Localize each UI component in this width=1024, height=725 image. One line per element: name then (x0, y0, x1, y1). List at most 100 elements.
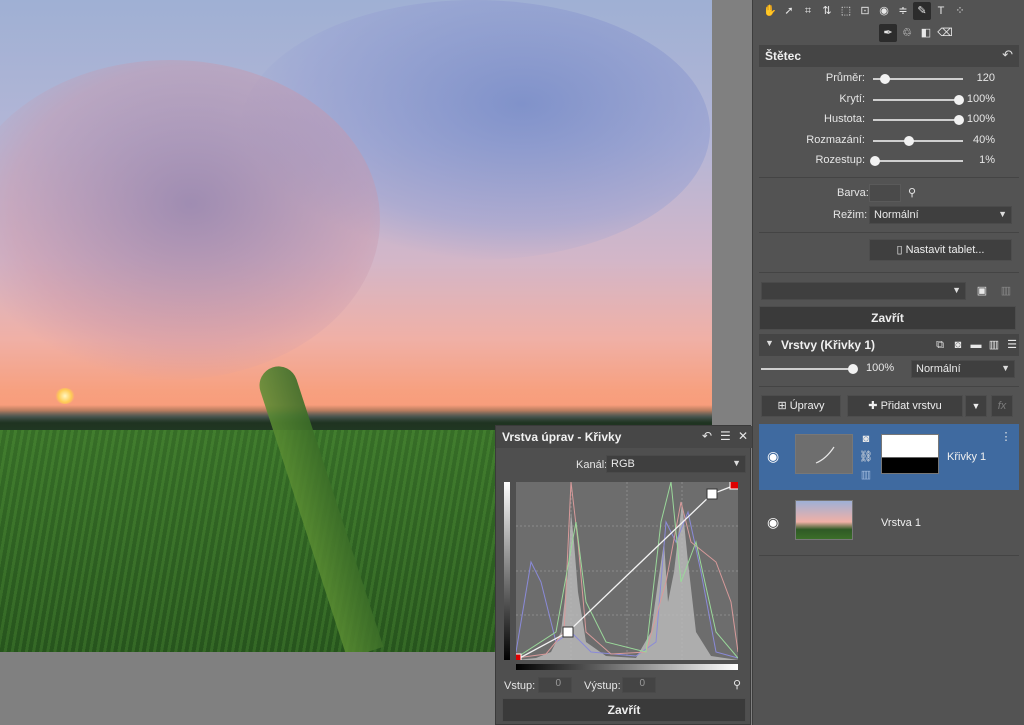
eye-icon[interactable]: ◉ (875, 2, 893, 20)
gradient-icon[interactable]: ◧ (917, 24, 935, 42)
clone-icon[interactable]: ♲ (898, 24, 916, 42)
curve-point[interactable] (562, 626, 574, 638)
mask-icon[interactable]: ◙ (949, 336, 967, 354)
layer-opacity-value: 100% (866, 362, 895, 374)
folder-icon[interactable]: ▬ (967, 336, 985, 354)
input-field[interactable]: 0 (538, 677, 572, 693)
slider-label: Hustota: (824, 113, 865, 125)
menu-icon[interactable]: ☰ (1003, 336, 1021, 354)
curves-dialog[interactable]: Vrstva úprav - Křivky ↶ ☰ ✕ Kanál: RGB ▼ (495, 425, 752, 725)
brush-tool-icon[interactable]: ✎ (913, 2, 931, 20)
curves-graph[interactable] (516, 482, 738, 660)
brush-close-button[interactable]: Zavřít (759, 306, 1016, 330)
slider-thumb[interactable] (880, 74, 890, 84)
trash-mask-icon[interactable]: ▥ (857, 466, 875, 484)
fx-button[interactable]: fx (991, 395, 1013, 417)
input-gradient-bar (516, 664, 738, 670)
divider (759, 386, 1019, 387)
curves-titlebar[interactable]: Vrstva úprav - Křivky ↶ ☰ ✕ (496, 426, 752, 448)
link-icon[interactable]: ⛓ (857, 448, 875, 466)
text-icon[interactable]: T (932, 2, 950, 20)
layer-name: Vrstva 1 (881, 517, 921, 529)
divider (759, 177, 1019, 178)
undo-icon[interactable]: ↶ (702, 429, 712, 443)
undo-icon[interactable]: ↶ (1002, 47, 1013, 63)
slider-track[interactable] (873, 160, 963, 162)
slider-track[interactable] (873, 119, 963, 121)
curve-point-white[interactable] (729, 482, 738, 490)
slider-thumb[interactable] (904, 136, 914, 146)
output-field[interactable]: 0 (622, 677, 656, 693)
channel-dropdown[interactable]: RGB ▼ (606, 455, 746, 473)
brush-panel-header[interactable]: Štětec ↶ (759, 45, 1019, 67)
align-icon[interactable]: ⇅ (818, 2, 836, 20)
slider-track[interactable] (761, 368, 853, 370)
eye-icon[interactable]: ◉ (767, 448, 779, 465)
straighten-icon[interactable]: ≑ (894, 2, 912, 20)
close-icon[interactable]: ✕ (738, 429, 748, 443)
more-icon[interactable]: ⁘ (951, 2, 969, 20)
curve-point-black[interactable] (516, 653, 522, 660)
slider-track[interactable] (873, 140, 963, 142)
chevron-down-icon: ▼ (952, 285, 961, 295)
chevron-down-icon: ▼ (732, 458, 741, 468)
curve-point[interactable] (706, 488, 718, 500)
pointer-icon[interactable]: ➚ (780, 2, 798, 20)
slider-value: 1% (979, 154, 995, 166)
slider-thumb[interactable] (870, 156, 880, 166)
eye-icon[interactable]: ◉ (767, 514, 779, 531)
mode-dropdown[interactable]: Normální ▼ (869, 206, 1012, 224)
preset-dropdown[interactable]: ▼ (761, 282, 966, 300)
delete-layer-icon[interactable]: ▥ (985, 336, 1003, 354)
layer-name: Křivky 1 (947, 451, 987, 463)
text-box-icon[interactable]: ⊡ (856, 2, 874, 20)
right-panel: ✋ ➚ ⌗ ⇅ ⬚ ⊡ ◉ ≑ ✎ T ⁘ ✒ ♲ ◧ ⌫ Štětec ↶ P… (752, 0, 1024, 725)
mode-label: Režim: (833, 209, 868, 221)
tablet-settings-button[interactable]: ▯ Nastavit tablet... (869, 239, 1012, 261)
more-options-icon[interactable]: ⋮ (997, 428, 1015, 446)
slider-thumb[interactable] (848, 364, 858, 374)
mask-link-icon: ◙ (862, 433, 870, 445)
eyedropper-icon[interactable]: ⚲ (903, 184, 921, 202)
add-layer-label: Přidat vrstvu (880, 400, 942, 412)
main-toolbar: ✋ ➚ ⌗ ⇅ ⬚ ⊡ ◉ ≑ ✎ T ⁘ (753, 2, 1024, 24)
collapse-icon[interactable]: ▼ (765, 338, 774, 348)
divider (759, 272, 1019, 273)
add-layer-dropdown[interactable]: ▼ (965, 395, 987, 417)
slider-thumb[interactable] (954, 95, 964, 105)
color-swatch[interactable] (869, 184, 901, 202)
channel-value: RGB (611, 458, 635, 470)
hand-icon[interactable]: ✋ (761, 2, 779, 20)
slider-diameter: Průměr: 120 (753, 69, 1024, 89)
divider (759, 232, 1019, 233)
slider-label: Rozestup: (815, 154, 865, 166)
add-layer-button[interactable]: ✚ Přidat vrstvu (847, 395, 963, 417)
crop-icon[interactable]: ⌗ (799, 2, 817, 20)
adjustments-button[interactable]: ⊞ Úpravy (761, 395, 841, 417)
layer-row[interactable]: ◉ Vrstva 1 (759, 490, 1019, 556)
curves-title: Vrstva úprav - Křivky (502, 430, 622, 444)
slider-thumb[interactable] (954, 115, 964, 125)
brush-icon[interactable]: ✒ (879, 24, 897, 42)
menu-icon[interactable]: ☰ (720, 429, 731, 443)
perspective-icon[interactable]: ⬚ (837, 2, 855, 20)
brush-panel-title: Štětec (765, 49, 802, 63)
slider-track[interactable] (873, 99, 963, 101)
input-label: Vstup: (504, 680, 536, 692)
trash-icon[interactable]: ▥ (997, 282, 1015, 300)
save-icon[interactable]: ▣ (973, 282, 991, 300)
layer-row[interactable]: ◉ ◙ ⛓ ▥ Křivky 1 ⋮ (759, 424, 1019, 490)
curves-close-button[interactable]: Zavřít (502, 698, 746, 722)
layers-panel-header[interactable]: ▼ Vrstvy (Křivky 1) ⧉ ◙ ▬ ▥ ☰ (759, 334, 1019, 356)
eraser-icon[interactable]: ⌫ (936, 24, 954, 42)
adjustments-icon: ⊞ (777, 400, 790, 412)
curves-graph-svg (516, 482, 738, 660)
slider-label: Rozmazání: (806, 134, 865, 146)
photo-layer-thumbnail (795, 500, 853, 540)
slider-value: 40% (972, 134, 995, 146)
duplicate-layer-icon[interactable]: ⧉ (931, 336, 949, 354)
eyedropper-icon[interactable]: ⚲ (728, 676, 746, 694)
slider-blur: Rozmazání: 40% (753, 131, 1024, 151)
output-gradient-bar (504, 482, 510, 660)
blend-mode-dropdown[interactable]: Normální ▼ (911, 360, 1015, 378)
